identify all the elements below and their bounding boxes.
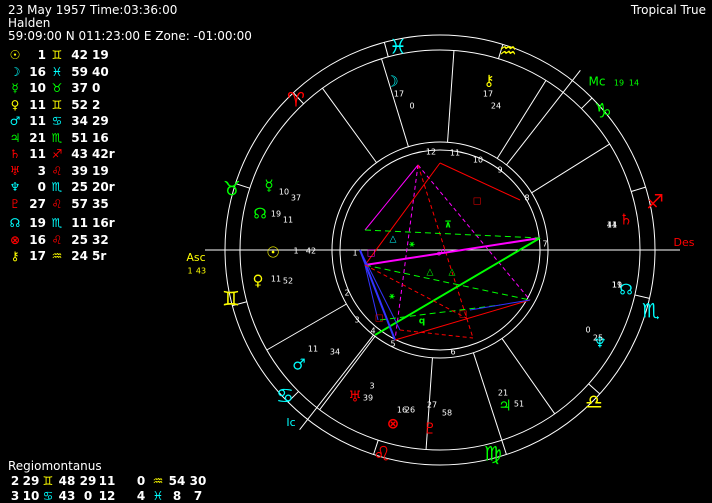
planet-minute-label: 11	[283, 216, 293, 225]
aspect-glyph: ⊼	[444, 221, 451, 231]
chiron-icon: ⚷	[484, 72, 495, 90]
aspect-glyph: △	[390, 235, 397, 245]
gemini-icon: ♊	[222, 287, 240, 311]
planet-degree-label: 19	[271, 210, 281, 219]
jupiter-icon: ♃	[498, 397, 511, 415]
aspect-glyph: ⚹	[409, 240, 415, 250]
planet-degree-label: 3	[369, 382, 374, 391]
planet-minute-label: 37	[291, 194, 301, 203]
planet-minute-label: 34	[330, 348, 340, 357]
house-number: 11	[450, 149, 460, 158]
planet-degree-label: 27	[427, 401, 437, 410]
planet-degree-label: 17	[394, 90, 404, 99]
aspect-glyph: q	[419, 317, 425, 327]
sign-boundary	[501, 440, 507, 455]
house-number: 5	[390, 340, 395, 349]
aspect-glyph: ⚹	[389, 292, 395, 302]
planet-degree-label: 11	[271, 275, 281, 284]
aspect-line	[394, 164, 419, 341]
ic-label: Ic	[286, 416, 295, 429]
house-number: 10	[473, 156, 483, 165]
house-cusp-line	[531, 143, 610, 194]
sagittarius-icon: ♐	[646, 190, 664, 214]
house-number: 1	[352, 249, 357, 258]
mars-icon: ♂	[292, 356, 305, 374]
house-cusp-line	[496, 80, 547, 159]
saturn-icon: ♄	[619, 211, 632, 229]
sun-icon: ☉	[266, 244, 279, 262]
planet-minute-label: 42	[306, 247, 316, 256]
aspect-glyph: △	[427, 268, 434, 278]
mc-label: Mc	[589, 75, 606, 89]
planet-minute-label: 39	[363, 394, 373, 403]
node-icon: ☊	[253, 205, 266, 223]
aspect-glyph: □	[459, 310, 468, 320]
uranus-icon: ♅	[348, 388, 361, 406]
house-number: 3	[354, 316, 359, 325]
leo-icon: ♌	[373, 442, 391, 466]
aries-icon: ♈	[287, 88, 305, 112]
house-number: 7	[542, 240, 547, 249]
pluto-icon: ♇	[423, 420, 436, 438]
des-label: Des	[674, 236, 695, 249]
house-cusp-line	[447, 50, 455, 143]
moon-icon: ☽	[385, 73, 398, 91]
scorpio-icon: ♏	[642, 299, 660, 323]
venus-icon: ♀	[253, 272, 264, 290]
pisces-icon: ♓	[389, 35, 407, 59]
mercury-icon: ☿	[264, 177, 273, 195]
aspect-glyph: △	[449, 268, 456, 278]
asc-degree: 1	[187, 267, 192, 276]
planet-minute-label: 25	[593, 334, 603, 343]
capricorn-icon: ♑	[594, 99, 612, 123]
house-number: 12	[426, 148, 436, 157]
house-cusp-line	[266, 303, 347, 351]
taurus-icon: ♉	[223, 177, 241, 201]
planet-minute-label: 52	[283, 277, 293, 286]
planet-degree-label: 0	[585, 326, 590, 335]
planet-minute-label: 51	[514, 400, 524, 409]
asc-label: Asc	[186, 251, 205, 264]
planet-degree-label: 21	[498, 389, 508, 398]
asc-minute: 43	[196, 267, 206, 276]
sign-boundary	[383, 42, 389, 57]
house-number: 8	[524, 194, 529, 203]
planet-degree-label: 11	[308, 345, 318, 354]
virgo-icon: ♍	[484, 442, 502, 466]
house-cusp-line	[322, 87, 377, 163]
libra-icon: ♎	[585, 390, 603, 414]
planet-minute-label: 24	[491, 102, 501, 111]
planet-minute-label: 58	[442, 409, 452, 418]
aspect-line	[439, 162, 521, 201]
sign-boundary	[581, 97, 593, 109]
planet-minute-label: 19	[612, 281, 622, 290]
aquarius-icon: ♒	[499, 39, 517, 63]
aspect-line	[374, 237, 541, 336]
aspect-glyph: □	[375, 314, 384, 324]
planet-minute-label: 0	[409, 102, 414, 111]
planet-minute-label: 44	[607, 221, 617, 230]
house-number: 9	[497, 166, 502, 175]
sign-boundary	[631, 186, 646, 193]
aspect-line	[364, 164, 419, 231]
cancer-icon: ♋	[276, 384, 294, 408]
house-number: 6	[450, 348, 455, 357]
planet-minute-label: 26	[405, 406, 415, 415]
house-number: 2	[344, 289, 349, 298]
chart-wheel[interactable]: 123456789101112♓ ♒♑♐♏♎♍♌♋♊♉♈☽170⚷1724☿ 103…	[0, 0, 712, 503]
aspect-glyph: □	[473, 197, 482, 207]
aspect-glyph: □	[367, 249, 376, 259]
aspect-glyph: ☍	[436, 249, 445, 259]
planet-degree-label: 1	[293, 247, 298, 256]
fortune-icon: ⊗	[387, 415, 400, 433]
aspect-line	[399, 329, 474, 339]
planet-degree-label: 10	[279, 188, 289, 197]
mc-minute: 14	[629, 79, 639, 88]
planet-degree-label: 17	[483, 90, 493, 99]
mc-degree: 19	[614, 79, 624, 88]
